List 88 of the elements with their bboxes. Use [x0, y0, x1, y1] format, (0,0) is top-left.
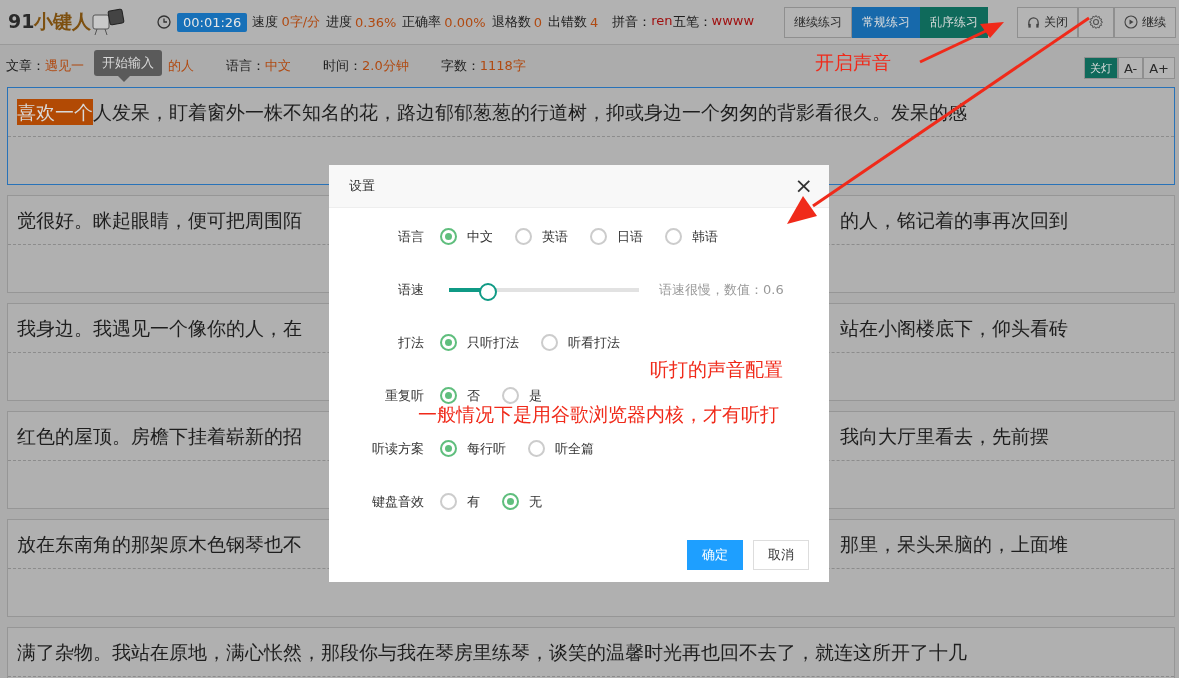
mode-button[interactable]: 继续练习	[784, 6, 852, 38]
slider-thumb[interactable]	[479, 282, 497, 301]
tooltip-pointer-icon	[118, 76, 130, 82]
code-value: ren	[651, 13, 673, 30]
annotation-text: 一般情况下是用谷歌浏览器内核，才有听打	[418, 402, 779, 427]
info-label: 时间：	[323, 58, 362, 73]
view-button[interactable]: A+	[1143, 57, 1175, 79]
source-text: 我向大厅里看去，先前摆	[840, 424, 1049, 449]
source-text: 放在东南角的那架原木色钢琴也不	[17, 532, 302, 557]
close-button[interactable]: ×	[790, 175, 817, 197]
radio-option[interactable]: 韩语	[665, 227, 718, 246]
view-button[interactable]: 关灯	[1083, 57, 1118, 79]
radio-button[interactable]	[440, 440, 457, 457]
dialog-title: 设置	[349, 177, 375, 195]
source-text: 红色的屋顶。房檐下挂着崭新的招	[17, 424, 302, 449]
tool-button[interactable]: 关闭	[1017, 6, 1078, 38]
mode-button[interactable]: 乱序练习	[920, 6, 988, 38]
stat-label: 正确率	[402, 13, 442, 31]
stat-label: 进度	[326, 13, 353, 31]
source-text: 的人，铭记着的事再次回到	[840, 208, 1068, 233]
radio-option[interactable]: 英语	[515, 227, 568, 246]
setting-label: 语言	[397, 227, 424, 246]
stat-value: 0.36%	[355, 14, 397, 30]
code-value: wwww	[711, 13, 755, 30]
annotation-text: 开启声音	[815, 50, 891, 75]
stat-label: 退格数	[491, 13, 531, 31]
setting-label: 听读方案	[371, 439, 424, 458]
radio-button[interactable]	[515, 228, 532, 245]
info-label: 文章：	[6, 58, 45, 73]
timer-badge: 00:01:26	[177, 12, 248, 32]
clock-icon	[157, 15, 171, 29]
radio-option[interactable]: 否	[440, 386, 480, 405]
source-text: 站在小阁楼底下，仰头看砖	[840, 316, 1068, 341]
radio-button[interactable]	[440, 387, 457, 404]
info-value: 中文	[265, 58, 291, 73]
radio-button[interactable]	[528, 440, 545, 457]
info-label: 语言：	[226, 58, 265, 73]
stat-value: 4	[589, 14, 599, 30]
stat-value: 0.00%	[444, 14, 486, 30]
settings-button[interactable]	[1078, 6, 1114, 38]
play-icon	[1124, 15, 1138, 29]
typed-text: 喜欢一个	[17, 99, 93, 125]
info-label: 字数：	[440, 58, 480, 73]
radio-option[interactable]: 有	[440, 492, 480, 511]
radio-option[interactable]: 日语	[590, 227, 643, 246]
cancel-button[interactable]: 取消	[753, 540, 809, 570]
setting-label: 打法	[397, 333, 424, 352]
source-text: 我身边。我遇见一个像你的人，在	[17, 316, 302, 341]
setting-label: 重复听	[384, 386, 424, 405]
headphones-icon	[1027, 15, 1040, 29]
stat-value: 0	[533, 14, 542, 30]
stat-value: 0字/分	[281, 13, 321, 31]
radio-option[interactable]: 是	[502, 386, 542, 405]
source-text: 觉很好。眯起眼睛，便可把周围陌	[17, 208, 302, 233]
radio-button[interactable]	[590, 228, 607, 245]
info-value: 的人	[168, 58, 194, 73]
info-value: 遇见一	[45, 58, 84, 73]
source-text: 那里，呆头呆脑的，上面堆	[840, 532, 1068, 557]
stat-label: 出错数	[547, 13, 587, 31]
slider-reading: 语速很慢，数值：0.6	[659, 280, 784, 299]
radio-button[interactable]	[665, 228, 682, 245]
radio-button[interactable]	[541, 334, 558, 351]
radio-option[interactable]: 听看打法	[541, 333, 620, 352]
radio-button[interactable]	[502, 387, 519, 404]
tooltip: 开始输入	[94, 50, 162, 76]
logo-text: 91小键人	[8, 9, 92, 34]
info-value: 1118字	[479, 58, 526, 73]
settings-icon	[1088, 14, 1104, 30]
radio-option[interactable]: 无	[502, 492, 542, 511]
radio-option[interactable]: 中文	[440, 227, 493, 246]
mode-button[interactable]: 常规练习	[852, 6, 920, 38]
radio-option[interactable]: 听全篇	[528, 439, 594, 458]
radio-button[interactable]	[440, 493, 457, 510]
code-label: 五笔：	[672, 13, 712, 31]
radio-option[interactable]: 只听打法	[440, 333, 519, 352]
annotation-text: 听打的声音配置	[650, 357, 783, 382]
radio-button[interactable]	[440, 334, 457, 351]
code-label: 拼音：	[612, 13, 652, 31]
setting-label: 语速	[397, 280, 424, 299]
tool-button[interactable]: 继续	[1114, 6, 1176, 38]
radio-button[interactable]	[440, 228, 457, 245]
info-value: 2.0分钟	[362, 58, 409, 73]
setting-label: 键盘音效	[371, 492, 424, 511]
source-text: 满了杂物。我站在原地，满心怅然，那段你与我在琴房里练琴，谈笑的温馨时光再也回不去了，就连这所开了十几	[17, 640, 967, 665]
radio-button[interactable]	[502, 493, 519, 510]
radio-option[interactable]: 每行听	[440, 439, 506, 458]
view-button[interactable]: A-	[1117, 57, 1144, 79]
stat-label: 速度	[252, 13, 279, 31]
